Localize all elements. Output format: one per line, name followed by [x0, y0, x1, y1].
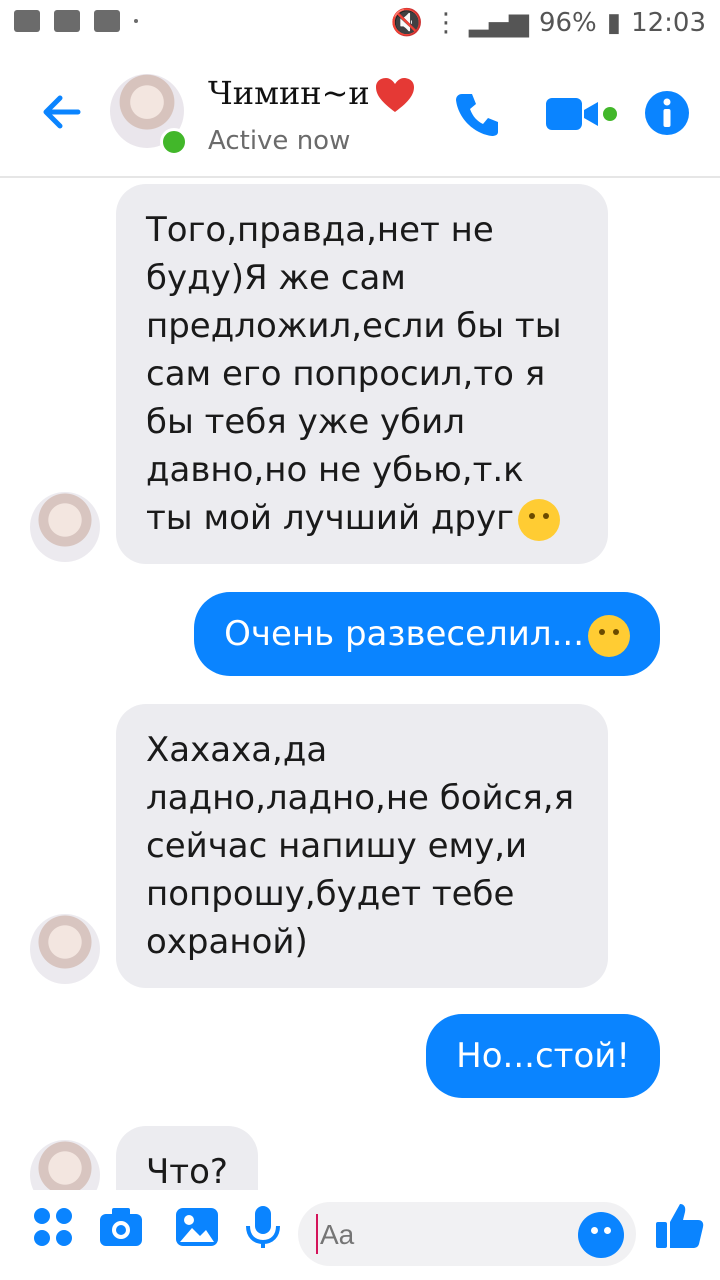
mute-icon: 🔇	[390, 8, 423, 38]
smiling-emoji-icon	[517, 498, 560, 541]
message-input[interactable]	[298, 1202, 562, 1268]
neutral-emoji-icon	[588, 614, 630, 657]
video-call-icon[interactable]	[544, 88, 624, 140]
heart-icon	[375, 77, 414, 112]
status-right: 🔇 ⋮ ▂▄▆ 96% ▮ 12:03	[391, 8, 706, 38]
battery-icon: ▮	[606, 8, 622, 38]
incoming-message[interactable]: Что?	[116, 1126, 258, 1190]
status-bar: 🔇 ⋮ ▂▄▆ 96% ▮ 12:03	[0, 0, 720, 48]
gallery-icon[interactable]	[174, 1204, 220, 1250]
wifi-icon: ⋮	[432, 8, 459, 38]
message-list[interactable]: Того,правда,нет не буду)Я же сам предлож…	[0, 180, 720, 1190]
chat-header: Чимин~и Active now	[0, 48, 720, 178]
clock: 12:03	[631, 8, 706, 38]
status-left-icons	[14, 10, 138, 32]
back-arrow-icon[interactable]	[38, 88, 86, 136]
thumbs-up-icon[interactable]	[654, 1200, 706, 1252]
outgoing-message[interactable]: Очень развеселил...	[194, 592, 660, 676]
sender-avatar[interactable]	[30, 1140, 100, 1190]
gallery-notification-icon	[14, 10, 40, 32]
sender-avatar[interactable]	[30, 914, 100, 984]
incoming-message[interactable]: Хахаха,да ладно,ладно,не бойся,я сейчас …	[116, 704, 608, 988]
message-input-wrapper[interactable]	[298, 1202, 636, 1268]
outgoing-message[interactable]: Но...стой!	[426, 1014, 660, 1098]
camera-icon[interactable]	[98, 1204, 144, 1250]
composer-bar	[0, 1190, 720, 1280]
active-status: Active now	[208, 126, 351, 156]
cleaner-notification-icon	[54, 10, 80, 32]
folder-notification-icon	[94, 10, 120, 32]
signal-icon: ▂▄▆	[468, 8, 529, 38]
more-apps-icon[interactable]	[30, 1204, 76, 1250]
emoji-icon[interactable]	[578, 1212, 624, 1258]
info-icon[interactable]	[644, 90, 690, 136]
phone-icon[interactable]	[452, 88, 504, 140]
incoming-message[interactable]: Того,правда,нет не буду)Я же сам предлож…	[116, 184, 608, 564]
sender-avatar[interactable]	[30, 492, 100, 562]
more-notifications-dot	[134, 19, 138, 23]
contact-name[interactable]: Чимин~и	[208, 74, 416, 116]
text-cursor	[316, 1214, 318, 1254]
online-indicator	[160, 128, 188, 156]
microphone-icon[interactable]	[240, 1204, 286, 1250]
battery-percent: 96%	[538, 8, 597, 38]
